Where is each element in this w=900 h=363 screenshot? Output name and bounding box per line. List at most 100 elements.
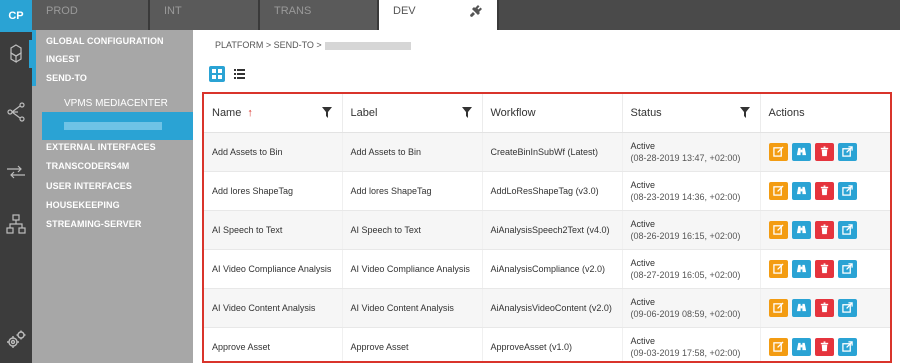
cubes-icon[interactable] [2, 40, 32, 68]
sidebar-item-user-interfaces[interactable]: USER INTERFACES [46, 181, 132, 191]
filter-icon[interactable] [461, 107, 472, 118]
column-header-actions: Actions [760, 94, 890, 133]
inspect-button[interactable] [791, 220, 811, 239]
cell-actions [760, 132, 890, 172]
binoculars-icon [796, 342, 806, 351]
tab-dev[interactable]: DEV [379, 0, 499, 30]
app-logo[interactable]: CP [0, 0, 32, 32]
column-name-label: Name [212, 106, 242, 119]
sidebar-item-transcoders4m[interactable]: TRANSCODERS4M [46, 161, 129, 171]
delete-button[interactable] [814, 220, 834, 239]
cell-status: Active (08-28-2019 13:47, +02:00) [622, 132, 761, 172]
column-workflow-label: Workflow [490, 106, 536, 119]
external-link-icon [841, 146, 853, 157]
edit-button[interactable] [768, 220, 788, 239]
inspect-button[interactable] [791, 142, 811, 161]
cell-label: Approve Asset [342, 327, 483, 361]
tab-prod[interactable]: PROD [32, 0, 150, 30]
table-row[interactable]: AI Video Content Analysis AI Video Conte… [204, 288, 890, 328]
sidebar-item-external-interfaces[interactable]: EXTERNAL INTERFACES [46, 142, 156, 152]
edit-button[interactable] [768, 337, 788, 356]
breadcrumb-text: PLATFORM > SEND-TO > [215, 40, 322, 50]
edit-button[interactable] [768, 298, 788, 317]
tab-int[interactable]: INT [150, 0, 260, 30]
sidebar-item-housekeeping[interactable]: HOUSEKEEPING [46, 200, 120, 210]
cell-label: AI Speech to Text [342, 210, 483, 250]
open-external-button[interactable] [837, 142, 857, 161]
cell-actions [760, 249, 890, 289]
open-external-button[interactable] [837, 337, 857, 356]
column-header-status[interactable]: Status [622, 94, 761, 133]
binoculars-icon [796, 225, 806, 234]
cell-workflow: AiAnalysisSpeech2Text (v4.0) [482, 210, 623, 250]
delete-button[interactable] [814, 259, 834, 278]
table-row[interactable]: Add lores ShapeTag Add lores ShapeTag Ad… [204, 171, 890, 211]
sidebar-item-global-configuration[interactable]: GLOBAL CONFIGURATION [46, 36, 164, 46]
cell-name: AI Video Content Analysis [204, 288, 343, 328]
filter-icon[interactable] [321, 107, 332, 118]
cell-workflow: AiAnalysisVideoContent (v2.0) [482, 288, 623, 328]
inspect-button[interactable] [791, 298, 811, 317]
delete-button[interactable] [814, 142, 834, 161]
trash-icon [820, 263, 828, 274]
cell-name: Add lores ShapeTag [204, 171, 343, 211]
cell-workflow: AddLoResShapeTag (v3.0) [482, 171, 623, 211]
inspect-button[interactable] [791, 337, 811, 356]
cell-workflow: CreateBinInSubWf (Latest) [482, 132, 623, 172]
trash-icon [820, 302, 828, 313]
open-external-button[interactable] [837, 298, 857, 317]
open-external-button[interactable] [837, 181, 857, 200]
status-date: (09-06-2019 08:59, +02:00) [630, 308, 741, 319]
cell-label: AI Video Content Analysis [342, 288, 483, 328]
status-text: Active [630, 257, 656, 268]
edit-icon [772, 341, 784, 352]
open-external-button[interactable] [837, 259, 857, 278]
gears-icon[interactable] [2, 326, 30, 354]
table-row[interactable]: Approve Asset Approve Asset ApproveAsset… [204, 327, 890, 361]
tab-trans[interactable]: TRANS [260, 0, 379, 30]
filter-icon[interactable] [739, 107, 750, 118]
cell-label: Add Assets to Bin [342, 132, 483, 172]
cell-label: Add lores ShapeTag [342, 171, 483, 211]
transfer-icon[interactable] [2, 158, 30, 186]
sidebar-item-ingest[interactable]: INGEST [46, 54, 80, 64]
open-external-button[interactable] [837, 220, 857, 239]
status-text: Active [630, 296, 656, 307]
main-content: PLATFORM > SEND-TO > Name ↑ Label Workfl… [193, 30, 900, 363]
edit-icon [772, 185, 784, 196]
cell-actions [760, 171, 890, 211]
sidebar-subitem-selected[interactable] [42, 112, 193, 140]
trash-icon [820, 341, 828, 352]
table-row[interactable]: AI Video Compliance Analysis AI Video Co… [204, 249, 890, 289]
column-status-label: Status [630, 106, 662, 119]
table-row[interactable]: Add Assets to Bin Add Assets to Bin Crea… [204, 132, 890, 172]
edit-button[interactable] [768, 142, 788, 161]
column-header-label[interactable]: Label [342, 94, 483, 133]
cell-workflow: AiAnalysisCompliance (v2.0) [482, 249, 623, 289]
cell-actions [760, 288, 890, 328]
delete-button[interactable] [814, 181, 834, 200]
status-text: Active [630, 218, 656, 229]
edit-button[interactable] [768, 259, 788, 278]
edit-button[interactable] [768, 181, 788, 200]
tab-dev-label: DEV [393, 5, 416, 17]
hierarchy-icon[interactable] [2, 210, 30, 238]
inspect-button[interactable] [791, 259, 811, 278]
cell-label: AI Video Compliance Analysis [342, 249, 483, 289]
table-row[interactable]: AI Speech to Text AI Speech to Text AiAn… [204, 210, 890, 250]
cell-workflow: ApproveAsset (v1.0) [482, 327, 623, 361]
network-icon[interactable] [2, 98, 30, 126]
column-actions-label: Actions [768, 106, 805, 119]
external-link-icon [841, 302, 853, 313]
column-header-name[interactable]: Name ↑ [204, 94, 343, 133]
list-view-icon [233, 69, 245, 79]
inspect-button[interactable] [791, 181, 811, 200]
list-view-button[interactable] [231, 66, 247, 82]
column-header-workflow[interactable]: Workflow [482, 94, 623, 133]
grid-view-button[interactable] [209, 66, 225, 82]
delete-button[interactable] [814, 337, 834, 356]
delete-button[interactable] [814, 298, 834, 317]
sidebar-item-streaming-server[interactable]: STREAMING-SERVER [46, 219, 141, 229]
sort-ascending-icon[interactable]: ↑ [247, 107, 253, 119]
sidebar-item-send-to[interactable]: SEND-TO [46, 73, 87, 83]
